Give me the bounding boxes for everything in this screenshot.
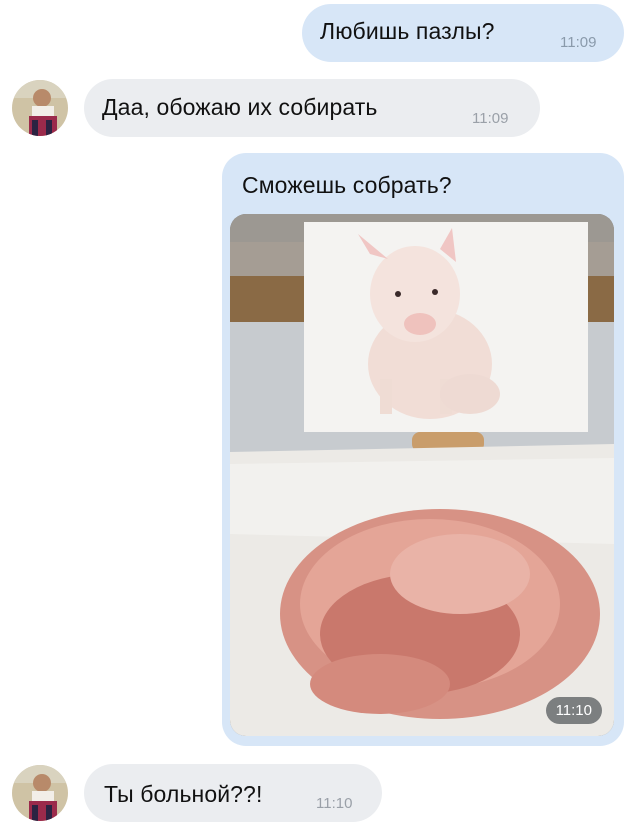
message-time: 11:10: [316, 795, 353, 812]
avatar[interactable]: [12, 765, 68, 821]
message-bubble-outgoing-photo[interactable]: Сможешь собрать? 11:10: [222, 153, 624, 746]
message-time: 11:09: [560, 34, 597, 51]
message-bubble-outgoing[interactable]: Любишь пазлы? 11:09: [302, 4, 624, 62]
avatar[interactable]: [12, 80, 68, 136]
message-text: Любишь пазлы?: [320, 18, 495, 44]
message-text: Даа, обожаю их собирать: [102, 94, 378, 120]
message-text: Сможешь собрать?: [242, 172, 452, 198]
message-bubble-incoming[interactable]: Ты больной??! 11:10: [84, 764, 382, 822]
message-text: Ты больной??!: [104, 781, 263, 807]
photo-attachment[interactable]: 11:10: [230, 214, 614, 736]
message-time: 11:09: [472, 110, 509, 127]
bacon-pile: [280, 509, 600, 719]
photo-time-badge: 11:10: [545, 697, 602, 724]
message-bubble-incoming[interactable]: Даа, обожаю их собирать 11:09: [84, 79, 540, 137]
